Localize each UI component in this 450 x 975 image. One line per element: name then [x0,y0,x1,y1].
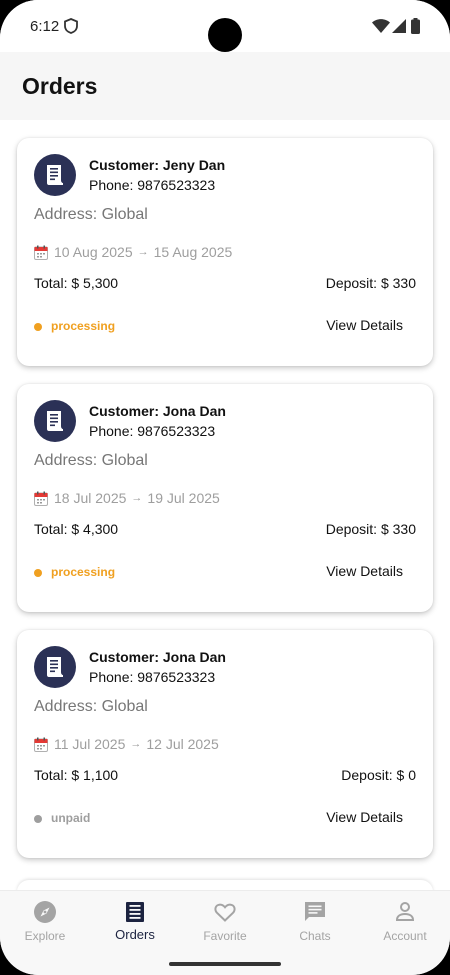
nav-item-account[interactable]: Account [360,891,450,951]
order-deposit: Deposit: $ 0 [341,767,416,783]
calendar-icon [34,737,48,752]
receipt-icon [47,411,63,431]
signal-icon [392,19,406,33]
end-date: 15 Aug 2025 [153,244,233,260]
order-card-partial[interactable] [17,880,433,890]
nav-item-explore[interactable]: Explore [0,891,90,951]
nav-label: Chats [299,929,331,943]
camera-cutout [208,18,242,52]
page-title: Orders [22,73,98,99]
end-date: 19 Jul 2025 [147,490,220,506]
start-date: 10 Aug 2025 [54,244,133,260]
start-date: 18 Jul 2025 [54,490,127,506]
start-date: 11 Jul 2025 [54,736,126,752]
chat-icon [305,902,325,921]
order-card[interactable]: Customer: Jeny Dan Phone: 9876523323 Add… [17,138,433,366]
nav-label: Explore [24,929,66,943]
nav-label: Account [383,929,427,943]
phone-screen: 6:12 Orders Customer: Jeny Dan Phone: 98… [0,0,450,975]
order-address: Address: Global [34,698,148,715]
nav-item-favorite[interactable]: Favorite [180,891,270,951]
status-bar: 6:12 [0,0,450,52]
order-deposit: Deposit: $ 330 [325,275,416,291]
date-range: 11 Jul 2025 → 12 Jul 2025 [34,736,219,752]
shield-icon [64,18,78,34]
receipt-icon [47,657,63,677]
app-bar: Orders [0,52,450,120]
calendar-icon [34,245,48,260]
order-avatar [34,154,76,196]
nav-label: Orders [115,927,155,942]
order-card[interactable]: Customer: Jona Dan Phone: 9876523323 Add… [17,384,433,612]
nav-item-orders[interactable]: Orders [90,891,180,951]
order-total: Total: $ 1,100 [34,767,119,783]
nav-item-chats[interactable]: Chats [270,891,360,951]
bottom-nav: Explore Orders Favorite Chats Account [0,890,450,975]
date-range: 18 Jul 2025 → 19 Jul 2025 [34,490,220,506]
status-dot [34,569,42,577]
orders-list[interactable]: Customer: Jeny Dan Phone: 9876523323 Add… [0,120,450,890]
arrow-icon: → [131,492,143,504]
customer-name: Customer: Jona Dan [89,403,226,419]
calendar-icon [34,491,48,506]
order-total: Total: $ 4,300 [34,521,119,537]
customer-name: Customer: Jeny Dan [89,157,226,173]
receipt-icon [47,165,63,185]
customer-phone: Phone: 9876523323 [89,423,216,439]
order-address: Address: Global [34,206,148,223]
battery-icon [411,18,420,34]
status-dot [34,815,42,823]
customer-phone: Phone: 9876523323 [89,669,216,685]
status-badge: processing [51,565,116,579]
status-badge: processing [51,319,116,333]
end-date: 12 Jul 2025 [146,736,219,752]
view-details-button[interactable]: View Details [326,317,403,333]
receipt-icon [126,902,144,922]
view-details-button[interactable]: View Details [326,809,403,825]
home-indicator[interactable] [169,962,281,966]
customer-name: Customer: Jona Dan [89,649,226,665]
arrow-icon: → [137,246,149,258]
order-avatar [34,646,76,688]
order-address: Address: Global [34,452,148,469]
status-badge: unpaid [51,811,91,825]
wifi-icon [372,19,390,33]
person-icon [395,902,415,921]
order-card[interactable]: Customer: Jona Dan Phone: 9876523323 Add… [17,630,433,858]
order-total: Total: $ 5,300 [34,275,119,291]
status-dot [34,323,42,331]
customer-phone: Phone: 9876523323 [89,177,216,193]
nav-label: Favorite [203,929,247,943]
status-time: 6:12 [30,18,60,35]
compass-icon [34,901,56,923]
arrow-icon: → [130,738,142,750]
order-deposit: Deposit: $ 330 [325,521,416,537]
view-details-button[interactable]: View Details [326,563,403,579]
order-avatar [34,400,76,442]
date-range: 10 Aug 2025 → 15 Aug 2025 [34,244,232,260]
heart-icon [214,903,236,922]
